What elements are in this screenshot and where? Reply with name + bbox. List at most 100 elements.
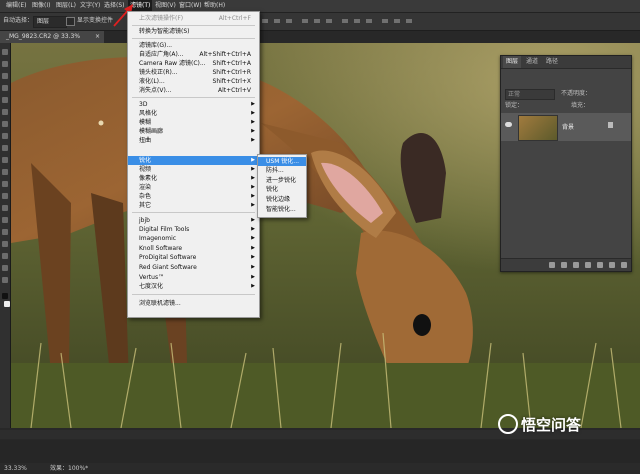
- menu-item-imagenomic[interactable]: Imagenomic ▶: [128, 234, 259, 243]
- dodge-tool-icon[interactable]: [2, 205, 8, 211]
- clone-stamp-tool-icon[interactable]: [2, 145, 8, 151]
- zoom-readout[interactable]: 33.33%: [4, 463, 27, 474]
- menu-item-sharpen[interactable]: 锐化 ▶: [128, 156, 259, 165]
- menu-item-render[interactable]: 渲染 ▶: [128, 183, 259, 192]
- menu-item-filter-gallery[interactable]: 滤镜库(G)...: [128, 41, 259, 50]
- mask-icon[interactable]: [573, 262, 579, 268]
- group-folder-icon[interactable]: [597, 262, 603, 268]
- submenu-item-sharpen[interactable]: 锐化: [258, 185, 306, 194]
- lasso-tool-icon[interactable]: [2, 73, 8, 79]
- zoom-tool-icon[interactable]: [2, 277, 8, 283]
- adjustment-layer-icon[interactable]: [585, 262, 591, 268]
- menu-item-noise[interactable]: 杂色 ▶: [128, 192, 259, 201]
- distribute-middle-icon[interactable]: [354, 19, 360, 23]
- crop-tool-icon[interactable]: [2, 97, 8, 103]
- menu-item-video[interactable]: 视频 ▶: [128, 165, 259, 174]
- new-layer-icon[interactable]: [609, 262, 615, 268]
- align-center-icon[interactable]: [314, 19, 320, 23]
- align-middle-icon[interactable]: [274, 19, 280, 23]
- align-top-icon[interactable]: [262, 19, 268, 23]
- menu-item-vanishing-point[interactable]: 消失点(V)... Alt+Ctrl+V: [128, 86, 259, 95]
- background-color-swatch[interactable]: [4, 301, 10, 307]
- menu-separator: [132, 25, 255, 26]
- submenu-item-shake-reduction[interactable]: 防抖...: [258, 166, 306, 175]
- align-bottom-icon[interactable]: [286, 19, 292, 23]
- brush-tool-icon[interactable]: [2, 133, 8, 139]
- gradient-tool-icon[interactable]: [2, 181, 8, 187]
- menu-item-distort[interactable]: 扭曲 ▶: [128, 136, 259, 145]
- menu-item-lens-correction[interactable]: 镜头校正(R)... Shift+Ctrl+R: [128, 68, 259, 77]
- submenu-item-sharpen-more[interactable]: 进一步锐化: [258, 176, 306, 185]
- menu-item-stylize[interactable]: 风格化 ▶: [128, 109, 259, 118]
- distribute-top-icon[interactable]: [342, 19, 348, 23]
- distribute-center-icon[interactable]: [394, 19, 400, 23]
- pen-tool-icon[interactable]: [2, 217, 8, 223]
- submenu-item-usm-sharpen[interactable]: USM 锐化...: [258, 157, 306, 166]
- submenu-item-sharpen-edges[interactable]: 锐化边缘: [258, 195, 306, 204]
- opacity-label: 不透明度：: [561, 90, 592, 97]
- menu-item-qidu-hanhua[interactable]: 七度汉化 ▶: [128, 282, 259, 291]
- blend-mode-dropdown[interactable]: 正常: [505, 89, 555, 100]
- menu-item-browse-online[interactable]: 浏览联机滤镜...: [128, 299, 259, 308]
- wukong-logo-icon: [498, 413, 518, 434]
- layers-panel: 图层 通道 路径 正常 不透明度： 锁定： 填充： 背景: [500, 55, 632, 272]
- distribute-bottom-icon[interactable]: [366, 19, 372, 23]
- menu-layer[interactable]: 图层(L): [54, 0, 78, 12]
- close-tab-icon[interactable]: ×: [95, 31, 100, 43]
- show-transform-label: 显示变换控件: [77, 17, 114, 24]
- menu-item-knoll-software[interactable]: Knoll Software ▶: [128, 244, 259, 253]
- lock-label: 锁定：: [505, 102, 524, 109]
- menu-item-liquify[interactable]: 液化(L)... Shift+Ctrl+X: [128, 77, 259, 86]
- align-left-icon[interactable]: [302, 19, 308, 23]
- link-layers-icon[interactable]: [549, 262, 555, 268]
- align-right-icon[interactable]: [326, 19, 332, 23]
- blur-tool-icon[interactable]: [2, 193, 8, 199]
- hand-tool-icon[interactable]: [2, 265, 8, 271]
- fx-icon[interactable]: [561, 262, 567, 268]
- menu-item-vertus[interactable]: Vertus™ ▶: [128, 273, 259, 282]
- tab-paths[interactable]: 路径: [543, 56, 561, 68]
- menu-item-3d[interactable]: 3D ▶: [128, 100, 259, 109]
- menu-item-plugin-jbjb[interactable]: jbjb ▶: [128, 216, 259, 225]
- menu-image[interactable]: 图像(I): [30, 0, 52, 12]
- eraser-tool-icon[interactable]: [2, 169, 8, 175]
- menu-bar: 编辑(E) 图像(I) 图层(L) 文字(Y) 选择(S) 滤镜(T) 视图(V…: [0, 0, 640, 13]
- tab-channels[interactable]: 通道: [523, 56, 541, 68]
- move-tool-icon[interactable]: [2, 49, 8, 55]
- layer-thumbnail: [518, 115, 558, 141]
- quick-select-tool-icon[interactable]: [2, 85, 8, 91]
- menu-item-convert-smart[interactable]: 转换为智能滤镜(S): [128, 27, 259, 36]
- delete-layer-icon[interactable]: [621, 262, 627, 268]
- marquee-tool-icon[interactable]: [2, 61, 8, 67]
- menu-item-camera-raw[interactable]: Camera Raw 滤镜(C)... Shift+Ctrl+A: [128, 59, 259, 68]
- menu-item-other[interactable]: 其它 ▶: [128, 201, 259, 210]
- distribute-left-icon[interactable]: [382, 19, 388, 23]
- history-brush-tool-icon[interactable]: [2, 157, 8, 163]
- distribute-right-icon[interactable]: [406, 19, 412, 23]
- menu-item-blur-gallery[interactable]: 模糊画廊 ▶: [128, 127, 259, 136]
- menu-item-prodigital-software[interactable]: ProDigital Software ▶: [128, 253, 259, 262]
- menu-item-digital-film-tools[interactable]: Digital Film Tools ▶: [128, 225, 259, 234]
- type-tool-icon[interactable]: [2, 229, 8, 235]
- shape-tool-icon[interactable]: [2, 253, 8, 259]
- show-transform-checkbox[interactable]: [66, 17, 75, 26]
- layer-row-background[interactable]: 背景: [501, 113, 631, 141]
- options-bar: 自动选择： 图层 显示变换控件: [0, 13, 640, 31]
- submenu-item-smart-sharpen[interactable]: 智能锐化...: [258, 205, 306, 214]
- menu-type[interactable]: 文字(Y): [78, 0, 102, 12]
- auto-select-dropdown[interactable]: 图层: [33, 16, 67, 28]
- menu-edit[interactable]: 编辑(E): [4, 0, 28, 12]
- foreground-color-swatch[interactable]: [2, 293, 8, 299]
- menu-item-pixelate[interactable]: 像素化 ▶: [128, 174, 259, 183]
- menu-item-blur[interactable]: 模糊 ▶: [128, 118, 259, 127]
- healing-brush-tool-icon[interactable]: [2, 121, 8, 127]
- document-tab[interactable]: _MG_9823.CR2 @ 33.3%(RGB/8*) ×: [0, 31, 104, 52]
- eyedropper-tool-icon[interactable]: [2, 109, 8, 115]
- menu-item-last-filter: 上次滤镜操作(F) Alt+Ctrl+F: [139, 15, 251, 22]
- menu-item-red-giant-software[interactable]: Red Giant Software ▶: [128, 263, 259, 272]
- path-select-tool-icon[interactable]: [2, 241, 8, 247]
- menu-item-adaptive-wide[interactable]: 自适应广角(A)... Alt+Shift+Ctrl+A: [128, 50, 259, 59]
- tab-layers[interactable]: 图层: [503, 56, 522, 68]
- eye-visibility-icon[interactable]: [505, 122, 512, 127]
- menu-separator: [132, 212, 255, 213]
